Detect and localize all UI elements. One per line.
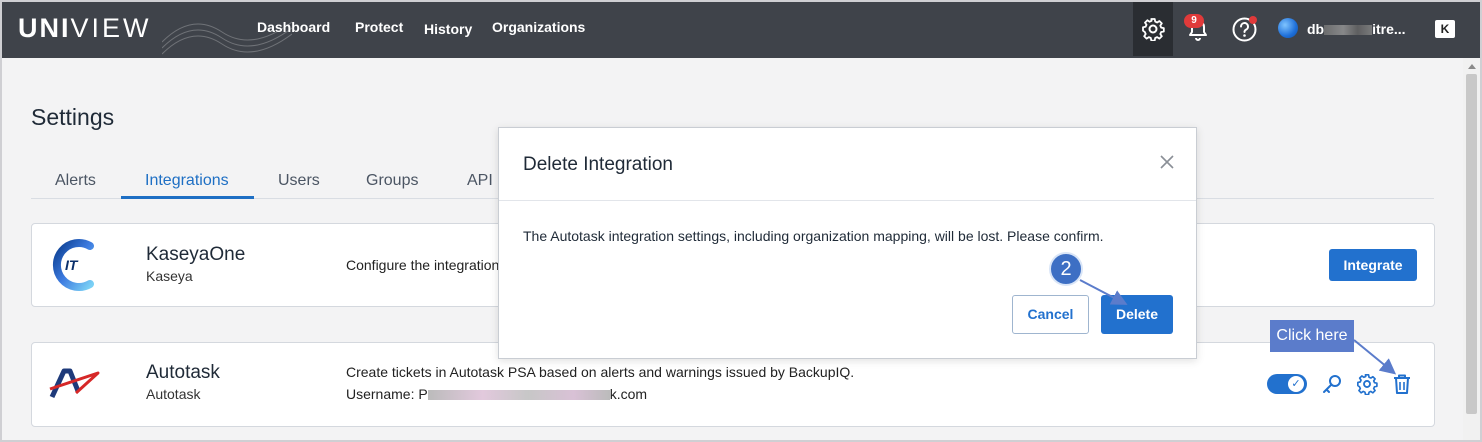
tab-alerts[interactable]: Alerts [55, 172, 96, 190]
integration-description: Configure the integration [346, 257, 500, 273]
kaseyaone-logo-icon: IT [52, 239, 94, 291]
autotask-enabled-toggle[interactable]: ✓ [1267, 374, 1307, 394]
page-scrollbar[interactable] [1463, 58, 1480, 440]
delete-button[interactable]: Delete [1101, 295, 1173, 334]
integrate-button[interactable]: Integrate [1329, 249, 1417, 281]
scroll-thumb[interactable] [1466, 74, 1477, 414]
notification-count-badge: 9 [1184, 14, 1204, 28]
delete-integration-dialog: Delete Integration The Autotask integrat… [498, 127, 1197, 359]
masked-username-value [427, 390, 610, 401]
integration-name: KaseyaOne [146, 244, 246, 265]
click-here-callout: Click here [1270, 320, 1354, 352]
trash-icon[interactable] [1392, 373, 1412, 395]
nav-history[interactable]: History [424, 21, 472, 37]
dialog-message: The Autotask integration settings, inclu… [523, 228, 1104, 244]
nav-protect[interactable]: Protect [355, 19, 403, 35]
masked-username [1324, 25, 1373, 36]
step-number-badge: 2 [1049, 252, 1083, 286]
page-title: Settings [31, 104, 115, 130]
settings-button[interactable] [1133, 0, 1173, 56]
nav-organizations[interactable]: Organizations [492, 19, 585, 35]
integration-description: Create tickets in Autotask PSA based on … [346, 364, 855, 380]
check-icon: ✓ [1288, 376, 1304, 392]
kaseya-app-switcher[interactable]: K [1435, 20, 1455, 38]
dialog-divider [499, 200, 1196, 201]
svg-text:IT: IT [65, 257, 79, 273]
scroll-up-arrow[interactable] [1468, 64, 1476, 69]
integration-name: Autotask [146, 362, 220, 383]
nav-dashboard[interactable]: Dashboard [257, 19, 330, 35]
tab-api[interactable]: API . [467, 172, 502, 190]
help-alert-dot [1249, 16, 1257, 24]
autotask-logo-icon [49, 368, 100, 399]
gear-icon [1142, 18, 1165, 41]
key-icon[interactable] [1321, 373, 1343, 395]
active-tab-indicator [121, 196, 254, 199]
uniview-logo[interactable]: UNIVIEW [18, 13, 152, 44]
integration-vendor: Kaseya [146, 268, 193, 284]
tab-users[interactable]: Users [278, 172, 320, 190]
integration-username: Username: Pk.com [346, 386, 648, 402]
configure-gear-icon[interactable] [1356, 373, 1378, 395]
close-icon[interactable] [1159, 154, 1175, 170]
user-name: db itre... [1307, 21, 1406, 37]
top-nav-bar [2, 2, 1480, 58]
cancel-button[interactable]: Cancel [1012, 295, 1089, 334]
integration-vendor: Autotask [146, 386, 201, 402]
user-avatar [1278, 18, 1298, 38]
tab-groups[interactable]: Groups [366, 172, 418, 190]
dialog-title: Delete Integration [523, 154, 673, 175]
tab-integrations[interactable]: Integrations [145, 172, 229, 190]
